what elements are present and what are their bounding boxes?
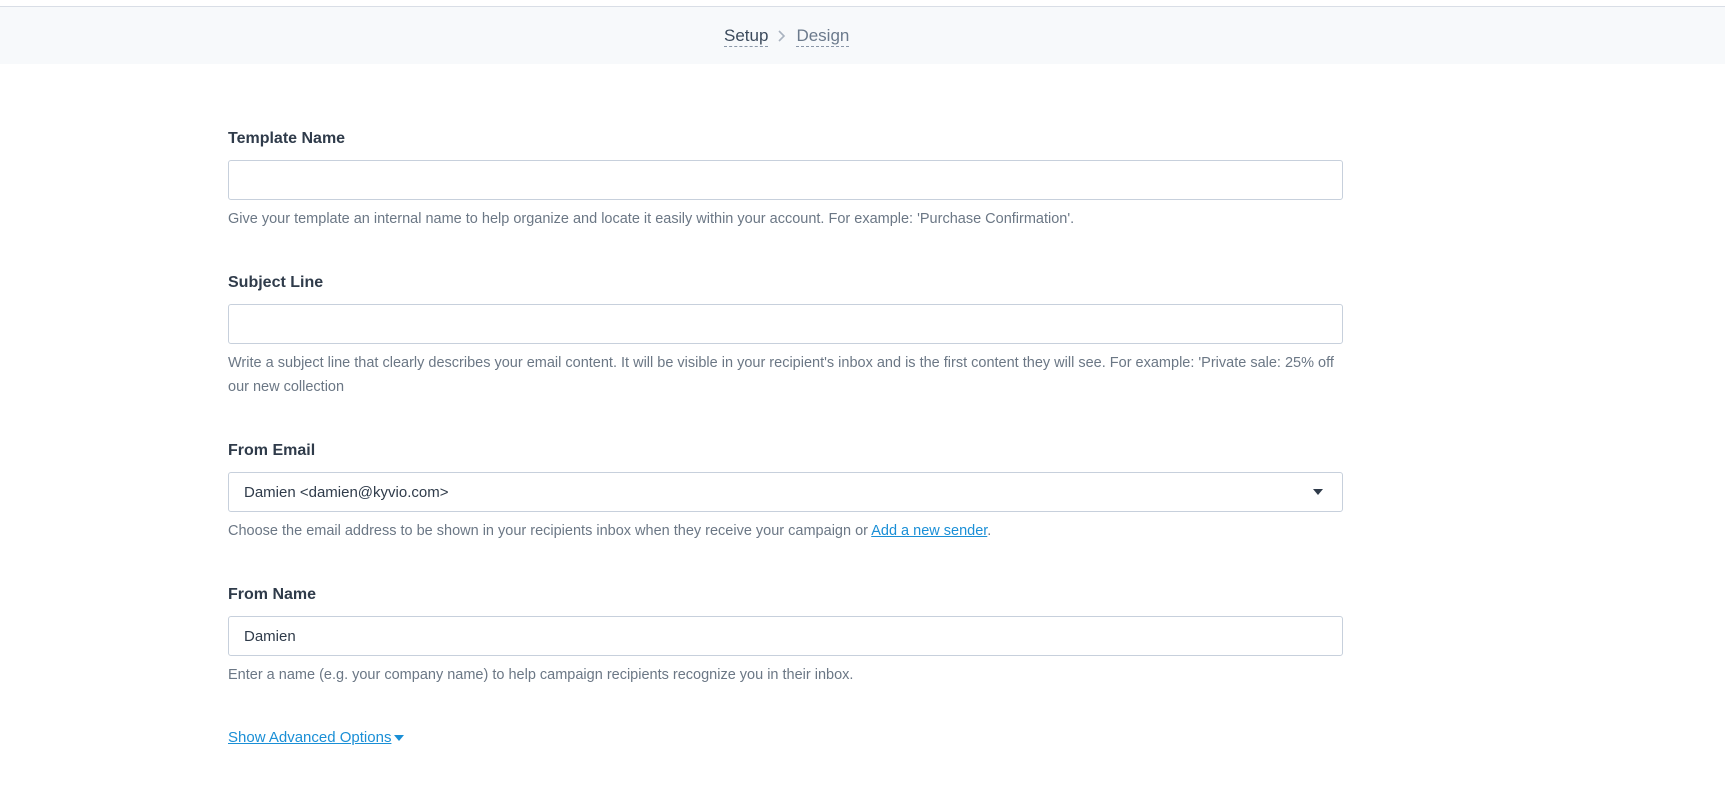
from-email-selected-value: Damien <damien@kyvio.com> bbox=[244, 483, 449, 501]
subject-line-field: Subject Line bbox=[228, 273, 1343, 293]
subject-line-help: Write a subject line that clearly descri… bbox=[228, 355, 1334, 395]
from-name-input[interactable] bbox=[228, 616, 1343, 656]
from-name-label: From Name bbox=[228, 586, 317, 603]
from-email-select[interactable]: Damien <damien@kyvio.com> bbox=[228, 472, 1343, 512]
caret-down-icon bbox=[1313, 489, 1323, 495]
show-advanced-options-link[interactable]: Show Advanced Options bbox=[228, 729, 405, 746]
from-email-label: From Email bbox=[228, 442, 316, 459]
from-email-help-text: Choose the email address to be shown in … bbox=[228, 523, 872, 539]
from-name-field: From Name bbox=[228, 585, 1343, 605]
subject-line-label: Subject Line bbox=[228, 274, 324, 291]
step-setup[interactable]: Setup bbox=[724, 26, 769, 47]
template-name-help: Give your template an internal name to h… bbox=[228, 211, 1075, 227]
from-email-help: Choose the email address to be shown in … bbox=[228, 519, 1343, 543]
add-new-sender-link[interactable]: Add a new sender bbox=[871, 523, 987, 539]
step-breadcrumb: Setup Design bbox=[724, 26, 850, 47]
top-strip bbox=[0, 0, 1725, 7]
template-name-input[interactable] bbox=[228, 160, 1343, 200]
subject-line-input[interactable] bbox=[228, 304, 1343, 344]
from-email-help-suffix: . bbox=[987, 523, 992, 539]
from-email-field: From Email bbox=[228, 441, 1343, 461]
template-name-field: Template Name bbox=[228, 129, 1343, 149]
show-advanced-options-label: Show Advanced Options bbox=[228, 729, 392, 746]
from-name-help: Enter a name (e.g. your company name) to… bbox=[228, 667, 854, 683]
step-bar: Setup Design bbox=[0, 7, 1725, 64]
chevron-right-icon bbox=[768, 28, 796, 46]
caret-down-icon bbox=[394, 734, 405, 741]
step-design[interactable]: Design bbox=[796, 26, 850, 47]
template-name-label: Template Name bbox=[228, 130, 346, 147]
